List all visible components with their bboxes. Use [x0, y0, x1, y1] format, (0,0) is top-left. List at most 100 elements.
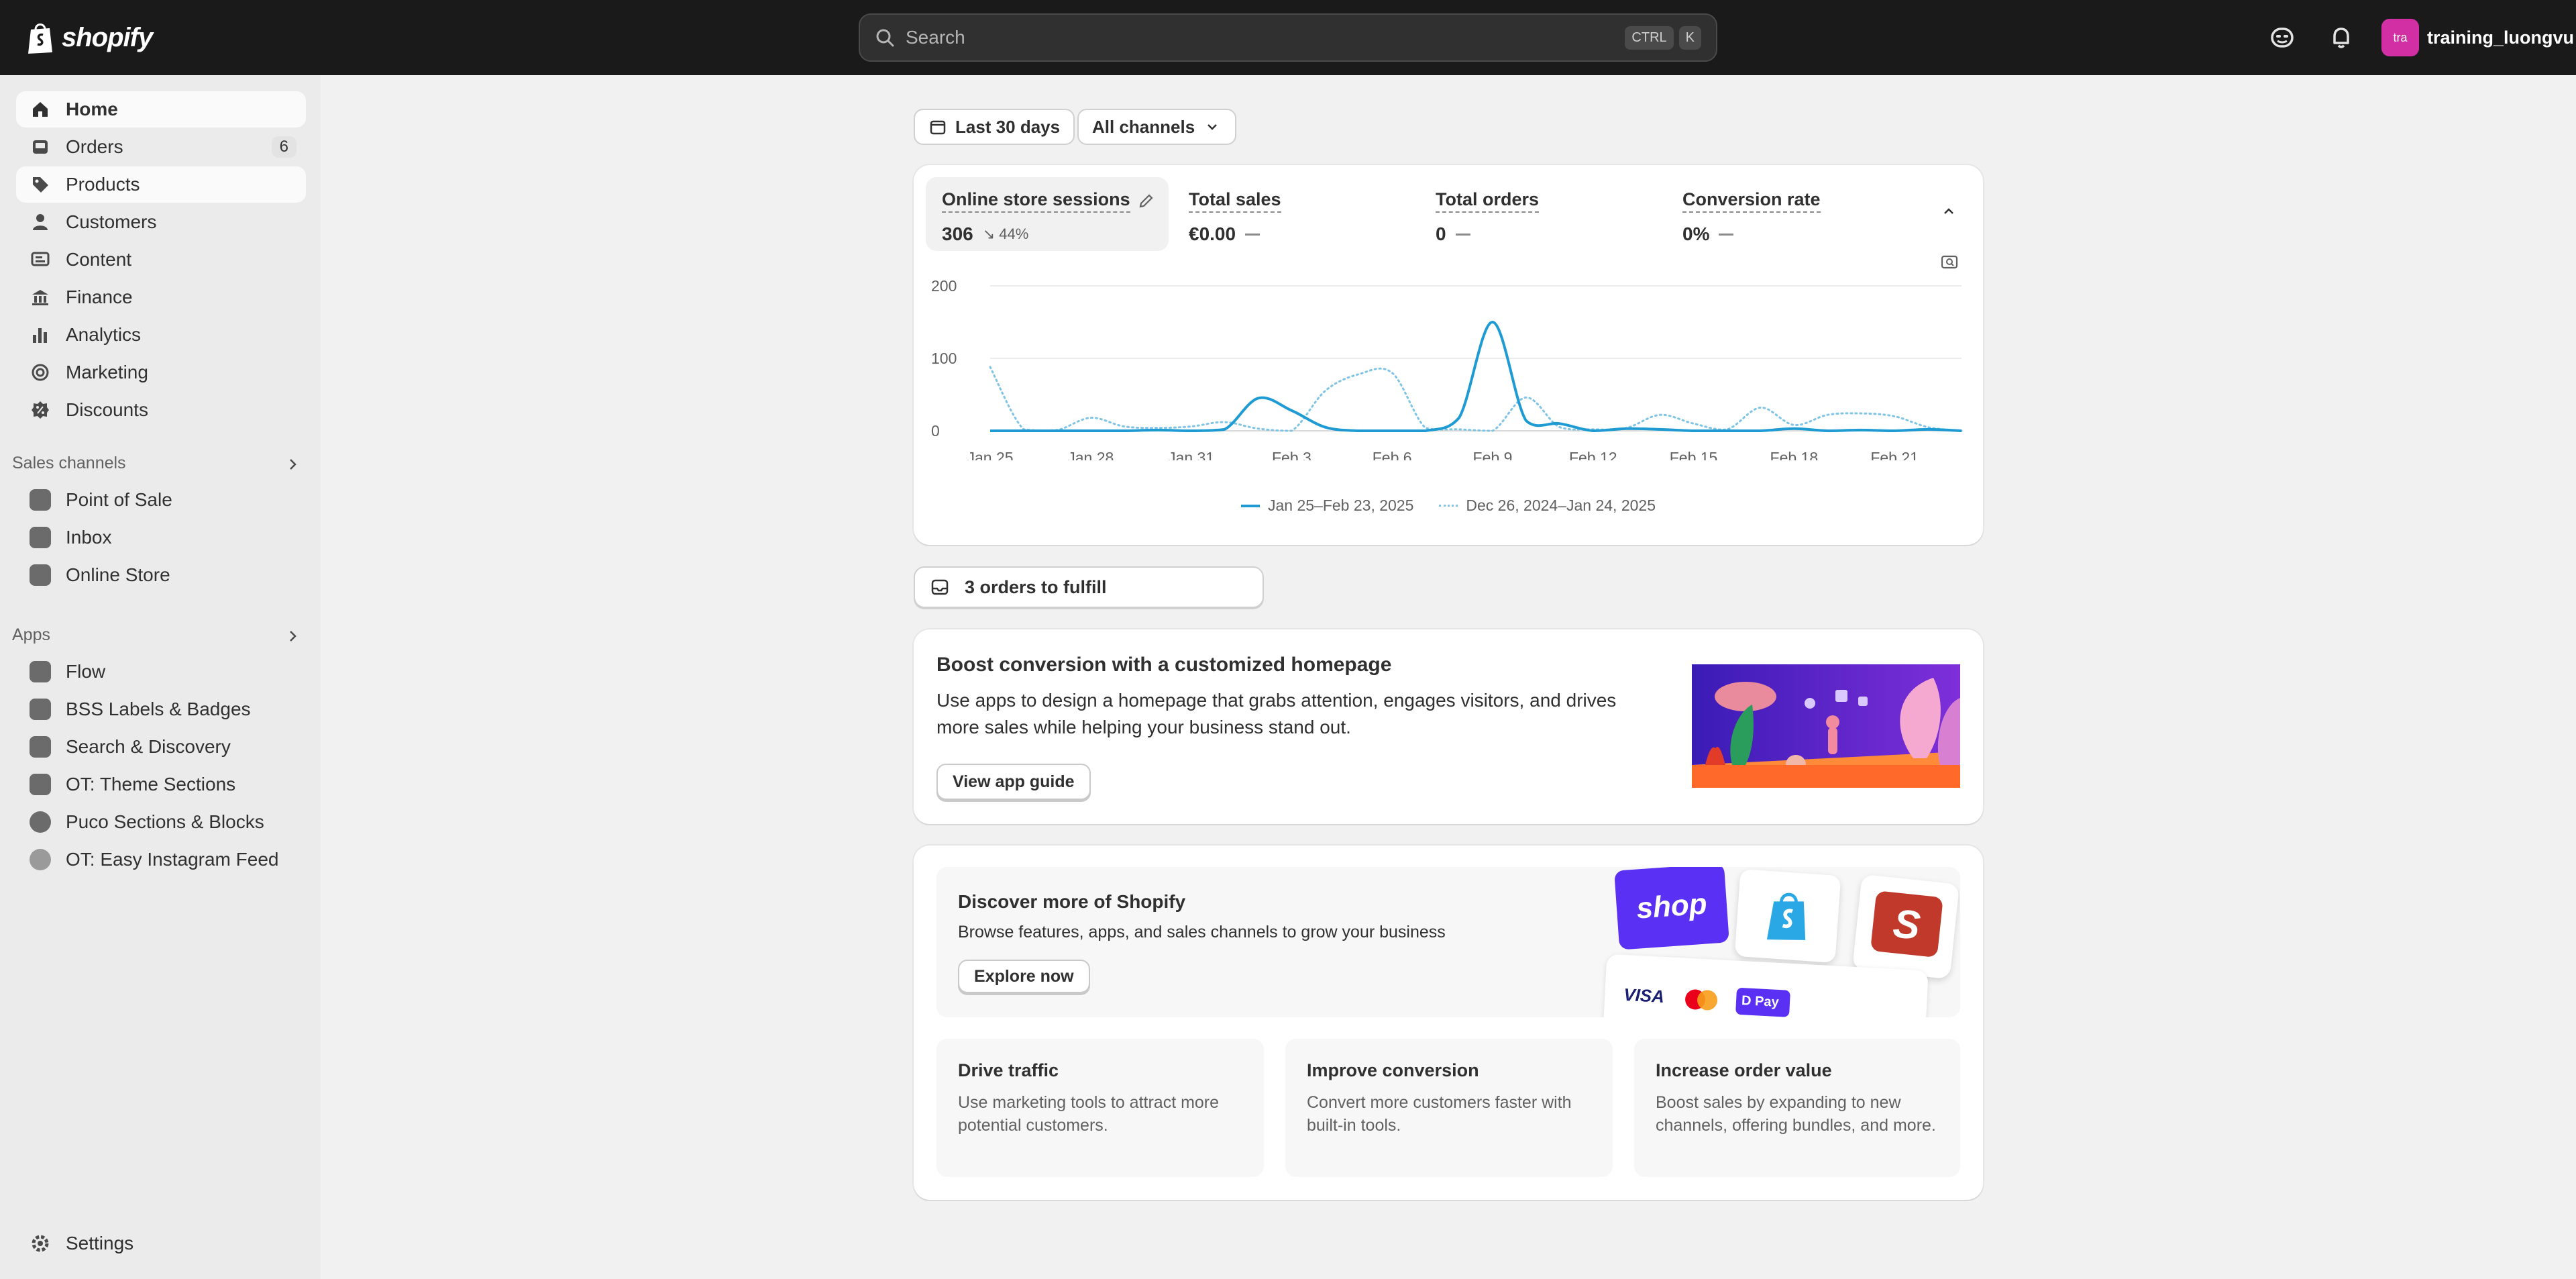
y-tick-label: 0	[931, 422, 940, 440]
bar-chart-icon	[33, 328, 47, 343]
sidebar-item-label: Discounts	[66, 399, 148, 420]
calendar-icon	[930, 120, 946, 135]
view-app-guide-button[interactable]: View app guide	[936, 764, 1091, 800]
discover-card: Discover more of Shopify Browse features…	[914, 846, 1983, 1200]
chevron-up-icon[interactable]	[1940, 203, 1957, 220]
sidebar-item-point-of-sale[interactable]: Point of Sale	[16, 482, 306, 518]
sidebar-item-analytics[interactable]: Analytics	[16, 317, 306, 353]
sidebar-item-label: Puco Sections & Blocks	[66, 811, 264, 832]
no-change-dash	[1455, 233, 1470, 236]
pencil-icon[interactable]	[1136, 192, 1155, 211]
mastercard-right-circle	[1697, 989, 1718, 1011]
ot-theme-icon	[30, 774, 51, 795]
sidebar-item-finance[interactable]: Finance	[16, 279, 306, 315]
orders-to-fulfill-button[interactable]: 3 orders to fulfill	[914, 566, 1264, 608]
chevron-right-icon[interactable]	[284, 456, 301, 472]
sidebar-item-home[interactable]: Home	[16, 91, 306, 127]
visa-logo: VISA	[1623, 984, 1665, 1007]
x-tick-label: Jan 28	[1067, 449, 1114, 460]
search-input[interactable]	[906, 27, 1620, 48]
inbox-icon	[931, 579, 949, 595]
bss-icon	[30, 699, 51, 720]
sidebar-item-products[interactable]: Products	[16, 166, 306, 203]
metric-total-sales[interactable]: Total sales €0.00	[1173, 177, 1415, 251]
tile-drive-traffic[interactable]: Drive traffic Use marketing tools to att…	[936, 1039, 1264, 1177]
channels-filter-button[interactable]: All channels	[1077, 109, 1237, 145]
shopify-bag-icon	[1766, 892, 1806, 940]
sidebar-item-label: OT: Easy Instagram Feed	[66, 849, 279, 870]
discover-title: Discover more of Shopify	[958, 891, 1186, 912]
x-tick-label: Feb 6	[1373, 449, 1412, 460]
metric-label: Conversion rate	[1682, 189, 1821, 213]
sidebar-item-online-store[interactable]: Online Store	[16, 557, 306, 593]
search-bar[interactable]: CTRL K	[859, 13, 1717, 62]
current-series-line	[989, 320, 1962, 433]
metric-total-orders[interactable]: Total orders 0	[1419, 177, 1662, 251]
legend-swatch	[1439, 505, 1458, 507]
no-change-dash	[1245, 233, 1260, 236]
sidebar-item-ot-instagram-feed[interactable]: OT: Easy Instagram Feed	[16, 841, 306, 878]
shortcut-k: K	[1678, 25, 1701, 50]
orders-to-fulfill-label: 3 orders to fulfill	[965, 576, 1107, 597]
brand-name: shopify	[62, 22, 153, 52]
sidebar-item-orders[interactable]: Orders 6	[16, 129, 306, 165]
tile-increase-order-value[interactable]: Increase order value Boost sales by expa…	[1634, 1039, 1960, 1177]
instagram-feed-icon	[30, 849, 51, 870]
legend-label: Jan 25–Feb 23, 2025	[1267, 497, 1414, 514]
explore-now-button[interactable]: Explore now	[958, 960, 1090, 993]
tile-improve-conversion[interactable]: Improve conversion Convert more customer…	[1285, 1039, 1613, 1177]
sidebar-item-label: Flow	[66, 661, 106, 682]
sidebar-item-settings[interactable]: Settings	[16, 1225, 306, 1262]
sales-channels-title: Sales channels	[12, 454, 126, 472]
date-range-button[interactable]: Last 30 days	[914, 109, 1075, 145]
sidebar-item-content[interactable]: Content	[16, 242, 306, 278]
homepage-illustration	[1692, 664, 1960, 788]
bell-icon[interactable]	[2328, 24, 2355, 51]
chevron-right-icon[interactable]	[284, 628, 301, 644]
sidebar-item-label: Point of Sale	[66, 489, 172, 510]
store-icon	[30, 564, 51, 586]
search-icon	[876, 29, 894, 47]
pos-s-icon: S	[1870, 890, 1943, 958]
sidebar-item-label: OT: Theme Sections	[66, 774, 236, 795]
metric-value: 0%	[1682, 223, 1710, 244]
sidebar-item-label: Search & Discovery	[66, 736, 231, 757]
metric-value: 0	[1436, 223, 1446, 244]
tile-title: Improve conversion	[1307, 1060, 1479, 1080]
shopify-logo[interactable]: shopify	[25, 19, 153, 56]
apps-title: Apps	[12, 625, 50, 644]
inbox-app-icon	[30, 527, 51, 548]
metric-sessions[interactable]: Online store sessions 306 ↘ 44%	[926, 177, 1169, 251]
channels-filter-label: All channels	[1092, 116, 1195, 137]
sessions-chart: 0 100 200 Jan 25 Jan 28 Jan 31 Feb 3 Feb 6 Feb 9…	[931, 277, 1963, 460]
flow-icon	[30, 661, 51, 682]
home-icon	[33, 102, 48, 117]
sidebar-item-label: Orders	[66, 136, 123, 157]
y-tick-label: 100	[931, 350, 957, 367]
sidebar-item-inbox[interactable]: Inbox	[16, 519, 306, 556]
legend-swatch	[1240, 504, 1260, 507]
metric-value: €0.00	[1189, 223, 1236, 244]
sidebar-item-puco-sections[interactable]: Puco Sections & Blocks	[16, 804, 306, 840]
user-menu[interactable]: tra training_luongvu	[2381, 19, 2574, 56]
shopify-bag-icon	[28, 23, 52, 54]
sidebar-item-marketing[interactable]: Marketing	[16, 354, 306, 391]
shopify-app-tile	[1734, 868, 1841, 964]
metric-change-value: 44%	[999, 225, 1029, 242]
sidebar-item-customers[interactable]: Customers	[16, 204, 306, 240]
metric-conversion-rate[interactable]: Conversion rate 0%	[1666, 177, 1909, 251]
sidebar-item-flow[interactable]: Flow	[16, 654, 306, 690]
sidebar-item-discounts[interactable]: Discounts	[16, 392, 306, 428]
sidebar-item-bss-labels[interactable]: BSS Labels & Badges	[16, 691, 306, 727]
sidebar-item-search-discovery[interactable]: Search & Discovery	[16, 729, 306, 765]
sidebar-item-label: Content	[66, 249, 132, 270]
pos-icon	[30, 489, 51, 511]
x-tick-label: Feb 12	[1569, 449, 1617, 460]
person-icon	[33, 214, 48, 230]
discover-banner: Discover more of Shopify Browse features…	[936, 867, 1960, 1017]
metric-value: 306	[942, 223, 973, 244]
puco-icon	[30, 811, 51, 833]
sidebar-item-label: Inbox	[66, 527, 112, 548]
sidekick-icon[interactable]	[2269, 24, 2296, 51]
sidebar-item-ot-theme-sections[interactable]: OT: Theme Sections	[16, 766, 306, 803]
